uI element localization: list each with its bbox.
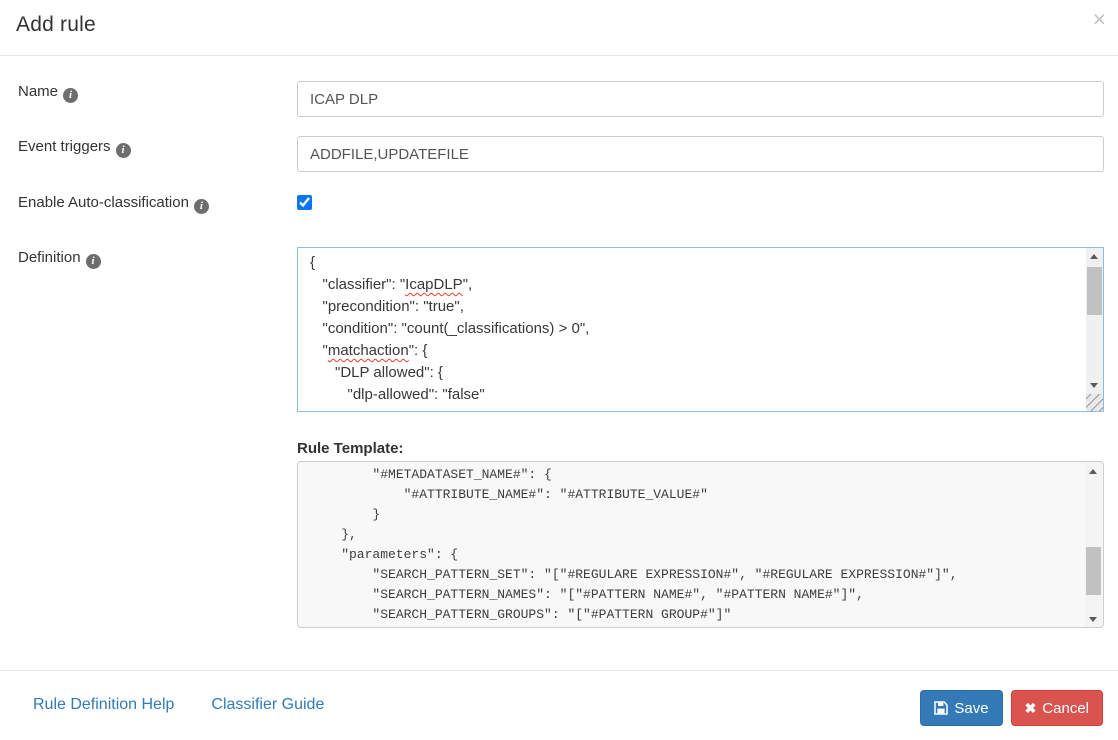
- info-icon[interactable]: i: [63, 88, 78, 103]
- modal-footer: Rule Definition Help Classifier Guide Sa…: [0, 670, 1118, 740]
- event-triggers-input[interactable]: [297, 136, 1104, 172]
- save-button-label: Save: [954, 700, 988, 717]
- info-icon[interactable]: i: [116, 143, 131, 158]
- scroll-down-icon[interactable]: [1086, 377, 1103, 394]
- definition-code: { "classifier": "IcapDLP", "precondition…: [298, 248, 1103, 406]
- info-icon[interactable]: i: [194, 199, 209, 214]
- footer-buttons: Save ✖ Cancel: [920, 690, 1103, 726]
- scroll-down-icon[interactable]: [1085, 611, 1102, 628]
- event-triggers-label: Event triggersi: [18, 138, 131, 158]
- x-icon: ✖: [1025, 701, 1037, 715]
- definition-label: Definitioni: [18, 249, 101, 269]
- scroll-up-icon[interactable]: [1085, 463, 1102, 480]
- close-icon[interactable]: ×: [1093, 8, 1106, 31]
- name-input[interactable]: [297, 81, 1104, 117]
- modal-header: Add rule ×: [0, 0, 1118, 56]
- definition-editor[interactable]: { "classifier": "IcapDLP", "precondition…: [297, 247, 1104, 412]
- definition-scrollbar[interactable]: [1086, 248, 1103, 394]
- scroll-up-icon[interactable]: [1086, 248, 1103, 265]
- classifier-guide-link[interactable]: Classifier Guide: [211, 696, 324, 714]
- page-title: Add rule: [16, 13, 96, 37]
- info-icon[interactable]: i: [86, 254, 101, 269]
- scrollbar-thumb[interactable]: [1086, 547, 1101, 595]
- rule-template-box[interactable]: "#METADATASET_NAME#": { "#ATTRIBUTE_NAME…: [297, 461, 1104, 628]
- auto-classification-label: Enable Auto-classificationi: [18, 194, 209, 214]
- save-button[interactable]: Save: [920, 690, 1002, 726]
- cancel-button-label: Cancel: [1042, 700, 1089, 717]
- scrollbar-thumb[interactable]: [1087, 267, 1102, 315]
- rule-definition-help-link[interactable]: Rule Definition Help: [33, 696, 174, 714]
- footer-links: Rule Definition Help Classifier Guide: [33, 696, 324, 714]
- rule-template-scrollbar[interactable]: [1085, 463, 1102, 628]
- rule-template-code: "#METADATASET_NAME#": { "#ATTRIBUTE_NAME…: [298, 462, 1103, 628]
- add-rule-modal: Add rule × Namei Event triggersi Enable …: [0, 0, 1118, 740]
- name-label: Namei: [18, 83, 78, 103]
- floppy-disk-icon: [934, 701, 948, 715]
- rule-template-label: Rule Template:: [297, 440, 403, 457]
- auto-classification-checkbox[interactable]: [297, 195, 312, 210]
- cancel-button[interactable]: ✖ Cancel: [1011, 690, 1103, 726]
- resize-grip-icon[interactable]: [1086, 394, 1103, 411]
